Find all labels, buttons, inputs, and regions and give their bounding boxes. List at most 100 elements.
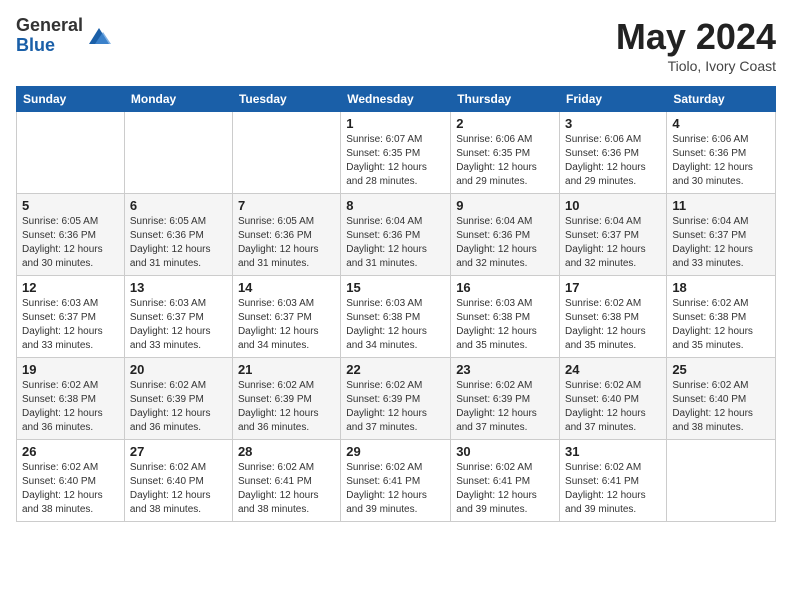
- day-number: 23: [456, 362, 554, 377]
- calendar-day-cell: 5 Sunrise: 6:05 AM Sunset: 6:36 PM Daylig…: [17, 194, 125, 276]
- day-number: 25: [672, 362, 770, 377]
- day-number: 3: [565, 116, 661, 131]
- calendar-day-cell: 31Sunrise: 6:02 AM Sunset: 6:41 PM Dayli…: [560, 440, 667, 522]
- day-of-week-header: Wednesday: [341, 87, 451, 112]
- day-detail: Sunrise: 6:03 AM Sunset: 6:37 PM Dayligh…: [22, 297, 119, 353]
- calendar-day-cell: [17, 112, 125, 194]
- title-block: May 2024 Tiolo, Ivory Coast: [616, 16, 776, 74]
- day-number: 4: [672, 116, 770, 131]
- calendar-day-cell: 14 Sunrise: 6:03 AM Sunset: 6:37 PM Dayli…: [232, 276, 340, 358]
- calendar-day-cell: 4 Sunrise: 6:06 AM Sunset: 6:36 PM Daylig…: [667, 112, 776, 194]
- calendar-day-cell: 19 Sunrise: 6:02 AM Sunset: 6:38 PM Dayli…: [17, 358, 125, 440]
- calendar-day-cell: 29Sunrise: 6:02 AM Sunset: 6:41 PM Dayli…: [341, 440, 451, 522]
- day-detail: Sunrise: 6:03 AM Sunset: 6:38 PM Dayligh…: [346, 297, 445, 353]
- calendar-week-row: 19 Sunrise: 6:02 AM Sunset: 6:38 PM Dayli…: [17, 358, 776, 440]
- calendar-header-row: SundayMondayTuesdayWednesdayThursdayFrid…: [17, 87, 776, 112]
- page-header: General Blue May 2024 Tiolo, Ivory Coast: [16, 16, 776, 74]
- day-of-week-header: Sunday: [17, 87, 125, 112]
- calendar-day-cell: 16Sunrise: 6:03 AM Sunset: 6:38 PM Dayli…: [451, 276, 560, 358]
- day-detail: Sunrise: 6:07 AM Sunset: 6:35 PM Dayligh…: [346, 133, 445, 189]
- day-of-week-header: Tuesday: [232, 87, 340, 112]
- day-detail: Sunrise: 6:02 AM Sunset: 6:40 PM Dayligh…: [130, 461, 227, 517]
- day-number: 22: [346, 362, 445, 377]
- day-number: 27: [130, 444, 227, 459]
- day-number: 5: [22, 198, 119, 213]
- day-detail: Sunrise: 6:02 AM Sunset: 6:38 PM Dayligh…: [672, 297, 770, 353]
- day-of-week-header: Monday: [124, 87, 232, 112]
- logo-general-text: General: [16, 16, 83, 36]
- day-number: 26: [22, 444, 119, 459]
- day-number: 15: [346, 280, 445, 295]
- day-detail: Sunrise: 6:02 AM Sunset: 6:38 PM Dayligh…: [22, 379, 119, 435]
- day-detail: Sunrise: 6:06 AM Sunset: 6:35 PM Dayligh…: [456, 133, 554, 189]
- calendar-day-cell: 8 Sunrise: 6:04 AM Sunset: 6:36 PM Daylig…: [341, 194, 451, 276]
- calendar-day-cell: 7 Sunrise: 6:05 AM Sunset: 6:36 PM Daylig…: [232, 194, 340, 276]
- day-detail: Sunrise: 6:05 AM Sunset: 6:36 PM Dayligh…: [130, 215, 227, 271]
- day-number: 9: [456, 198, 554, 213]
- calendar-day-cell: 2 Sunrise: 6:06 AM Sunset: 6:35 PM Daylig…: [451, 112, 560, 194]
- day-detail: Sunrise: 6:02 AM Sunset: 6:39 PM Dayligh…: [130, 379, 227, 435]
- day-detail: Sunrise: 6:02 AM Sunset: 6:41 PM Dayligh…: [565, 461, 661, 517]
- day-number: 6: [130, 198, 227, 213]
- day-detail: Sunrise: 6:03 AM Sunset: 6:37 PM Dayligh…: [238, 297, 335, 353]
- calendar-day-cell: 22 Sunrise: 6:02 AM Sunset: 6:39 PM Dayli…: [341, 358, 451, 440]
- day-detail: Sunrise: 6:02 AM Sunset: 6:40 PM Dayligh…: [565, 379, 661, 435]
- day-number: 2: [456, 116, 554, 131]
- calendar-week-row: 1 Sunrise: 6:07 AM Sunset: 6:35 PM Daylig…: [17, 112, 776, 194]
- day-detail: Sunrise: 6:03 AM Sunset: 6:38 PM Dayligh…: [456, 297, 554, 353]
- calendar-day-cell: 24Sunrise: 6:02 AM Sunset: 6:40 PM Dayli…: [560, 358, 667, 440]
- month-year-title: May 2024: [616, 16, 776, 58]
- day-number: 28: [238, 444, 335, 459]
- logo-blue-text: Blue: [16, 36, 83, 56]
- calendar-day-cell: 1 Sunrise: 6:07 AM Sunset: 6:35 PM Daylig…: [341, 112, 451, 194]
- day-number: 8: [346, 198, 445, 213]
- calendar-day-cell: 13 Sunrise: 6:03 AM Sunset: 6:37 PM Dayli…: [124, 276, 232, 358]
- day-detail: Sunrise: 6:02 AM Sunset: 6:40 PM Dayligh…: [672, 379, 770, 435]
- day-number: 7: [238, 198, 335, 213]
- calendar-day-cell: [667, 440, 776, 522]
- day-detail: Sunrise: 6:02 AM Sunset: 6:41 PM Dayligh…: [456, 461, 554, 517]
- day-detail: Sunrise: 6:03 AM Sunset: 6:37 PM Dayligh…: [130, 297, 227, 353]
- calendar-day-cell: 18Sunrise: 6:02 AM Sunset: 6:38 PM Dayli…: [667, 276, 776, 358]
- day-detail: Sunrise: 6:02 AM Sunset: 6:39 PM Dayligh…: [238, 379, 335, 435]
- day-number: 17: [565, 280, 661, 295]
- day-number: 12: [22, 280, 119, 295]
- day-detail: Sunrise: 6:02 AM Sunset: 6:40 PM Dayligh…: [22, 461, 119, 517]
- calendar-day-cell: 30 Sunrise: 6:02 AM Sunset: 6:41 PM Dayli…: [451, 440, 560, 522]
- day-detail: Sunrise: 6:06 AM Sunset: 6:36 PM Dayligh…: [565, 133, 661, 189]
- calendar-day-cell: 23Sunrise: 6:02 AM Sunset: 6:39 PM Dayli…: [451, 358, 560, 440]
- day-detail: Sunrise: 6:02 AM Sunset: 6:41 PM Dayligh…: [238, 461, 335, 517]
- day-of-week-header: Friday: [560, 87, 667, 112]
- calendar-week-row: 5 Sunrise: 6:05 AM Sunset: 6:36 PM Daylig…: [17, 194, 776, 276]
- day-of-week-header: Saturday: [667, 87, 776, 112]
- calendar-day-cell: [232, 112, 340, 194]
- calendar-day-cell: [124, 112, 232, 194]
- day-detail: Sunrise: 6:04 AM Sunset: 6:36 PM Dayligh…: [456, 215, 554, 271]
- day-detail: Sunrise: 6:02 AM Sunset: 6:39 PM Dayligh…: [346, 379, 445, 435]
- day-number: 10: [565, 198, 661, 213]
- day-detail: Sunrise: 6:05 AM Sunset: 6:36 PM Dayligh…: [238, 215, 335, 271]
- calendar-day-cell: 27 Sunrise: 6:02 AM Sunset: 6:40 PM Dayli…: [124, 440, 232, 522]
- calendar-day-cell: 15 Sunrise: 6:03 AM Sunset: 6:38 PM Dayli…: [341, 276, 451, 358]
- day-number: 14: [238, 280, 335, 295]
- day-detail: Sunrise: 6:04 AM Sunset: 6:37 PM Dayligh…: [672, 215, 770, 271]
- day-number: 1: [346, 116, 445, 131]
- day-detail: Sunrise: 6:06 AM Sunset: 6:36 PM Dayligh…: [672, 133, 770, 189]
- calendar-table: SundayMondayTuesdayWednesdayThursdayFrid…: [16, 86, 776, 522]
- calendar-day-cell: 26 Sunrise: 6:02 AM Sunset: 6:40 PM Dayli…: [17, 440, 125, 522]
- calendar-day-cell: 10 Sunrise: 6:04 AM Sunset: 6:37 PM Dayli…: [560, 194, 667, 276]
- day-number: 19: [22, 362, 119, 377]
- calendar-day-cell: 12 Sunrise: 6:03 AM Sunset: 6:37 PM Dayli…: [17, 276, 125, 358]
- day-number: 13: [130, 280, 227, 295]
- logo: General Blue: [16, 16, 113, 56]
- day-number: 20: [130, 362, 227, 377]
- calendar-day-cell: 9 Sunrise: 6:04 AM Sunset: 6:36 PM Daylig…: [451, 194, 560, 276]
- day-detail: Sunrise: 6:02 AM Sunset: 6:38 PM Dayligh…: [565, 297, 661, 353]
- day-number: 30: [456, 444, 554, 459]
- calendar-day-cell: 3 Sunrise: 6:06 AM Sunset: 6:36 PM Daylig…: [560, 112, 667, 194]
- calendar-day-cell: 6 Sunrise: 6:05 AM Sunset: 6:36 PM Daylig…: [124, 194, 232, 276]
- day-detail: Sunrise: 6:04 AM Sunset: 6:37 PM Dayligh…: [565, 215, 661, 271]
- day-detail: Sunrise: 6:04 AM Sunset: 6:36 PM Dayligh…: [346, 215, 445, 271]
- calendar-week-row: 26 Sunrise: 6:02 AM Sunset: 6:40 PM Dayli…: [17, 440, 776, 522]
- day-detail: Sunrise: 6:05 AM Sunset: 6:36 PM Dayligh…: [22, 215, 119, 271]
